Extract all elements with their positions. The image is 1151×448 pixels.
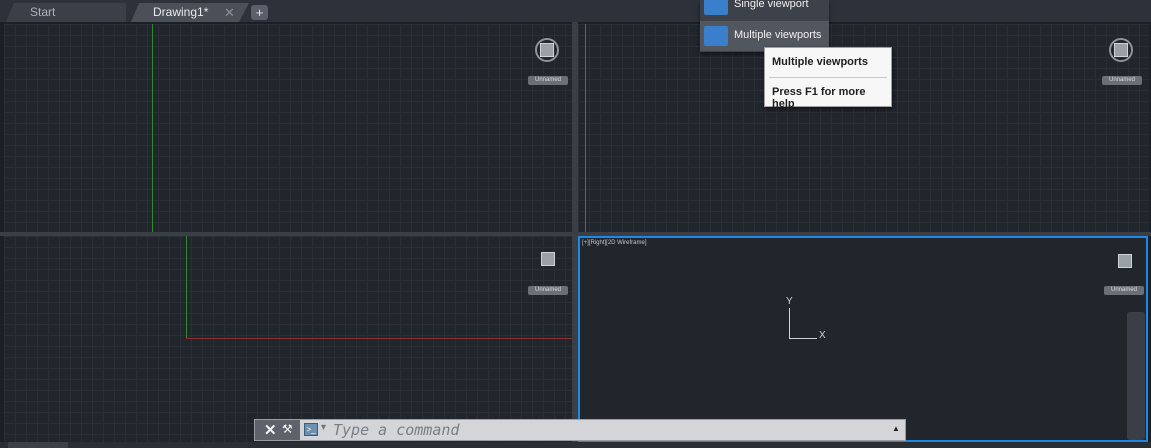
viewport-controls-label[interactable]: [+][Right][2D Wireframe] [582,240,647,246]
tooltip-title: Multiple viewports [772,56,868,68]
tab-drawing1-label: Drawing1* [153,5,209,19]
menu-item-label: Multiple viewports [734,29,822,41]
tooltip-help-text: Press F1 for more help [772,86,866,110]
multiple-viewports-icon [704,26,728,46]
new-tab-button[interactable]: + [251,5,268,20]
command-input[interactable] [333,421,873,439]
menu-item-label: Single viewport [734,0,809,10]
y-axis-line [152,24,153,232]
single-viewport-icon [704,0,728,15]
ucs-unnamed-badge[interactable]: Unnamed [1104,286,1144,295]
tooltip-divider [769,77,887,78]
viewcube-icon[interactable] [1118,254,1132,268]
close-icon[interactable]: ✕ [264,421,277,439]
viewcube-icon[interactable] [541,252,555,266]
ucs-unnamed-badge[interactable]: Unnamed [528,286,568,295]
ucs-unnamed-badge[interactable]: Unnamed [1102,76,1142,85]
command-history-arrow-icon[interactable]: ▲ [892,424,900,433]
file-tab-bar: Start Drawing1* ✕ + [0,0,1151,22]
tab-start-label: Start [30,5,56,19]
x-axis-line [186,338,572,339]
menu-item-single-viewport[interactable]: Single viewport [700,0,829,18]
command-line: ✕ ⚒ >_ ▾ ▲ [254,419,906,441]
y-axis-line [585,24,586,232]
chevron-down-icon[interactable]: ▾ [321,422,326,433]
command-line-toolbar: ✕ ⚒ [255,420,300,440]
wrench-icon[interactable]: ⚒ [282,422,293,436]
navigation-bar[interactable] [1127,312,1145,440]
ucs-x-label: X [819,330,826,341]
viewcube-icon[interactable] [540,43,554,57]
ucs-x-axis-icon [789,338,817,339]
model-layout-tab[interactable] [8,442,68,448]
viewcube-icon[interactable] [1114,43,1128,57]
close-icon[interactable]: ✕ [224,3,235,22]
tab-start[interactable]: Start [6,3,126,22]
viewport-bottom-right-active[interactable]: [+][Right][2D Wireframe] Y X Unnamed [578,236,1148,442]
ucs-y-axis-icon [789,308,790,338]
ucs-unnamed-badge[interactable]: Unnamed [528,76,568,85]
viewport-divider-vertical[interactable] [572,22,578,448]
status-bar [0,442,1151,448]
tooltip: Multiple viewports Press F1 for more hel… [764,47,892,110]
viewport-bottom-left[interactable]: Unnamed [4,236,572,442]
ucs-y-label: Y [786,296,793,307]
viewport-config-menu: Single viewport Multiple viewports [700,0,829,52]
y-axis-line [186,236,187,339]
command-prompt-icon[interactable]: >_ [304,423,318,436]
viewport-top-left[interactable]: Unnamed [4,24,572,232]
